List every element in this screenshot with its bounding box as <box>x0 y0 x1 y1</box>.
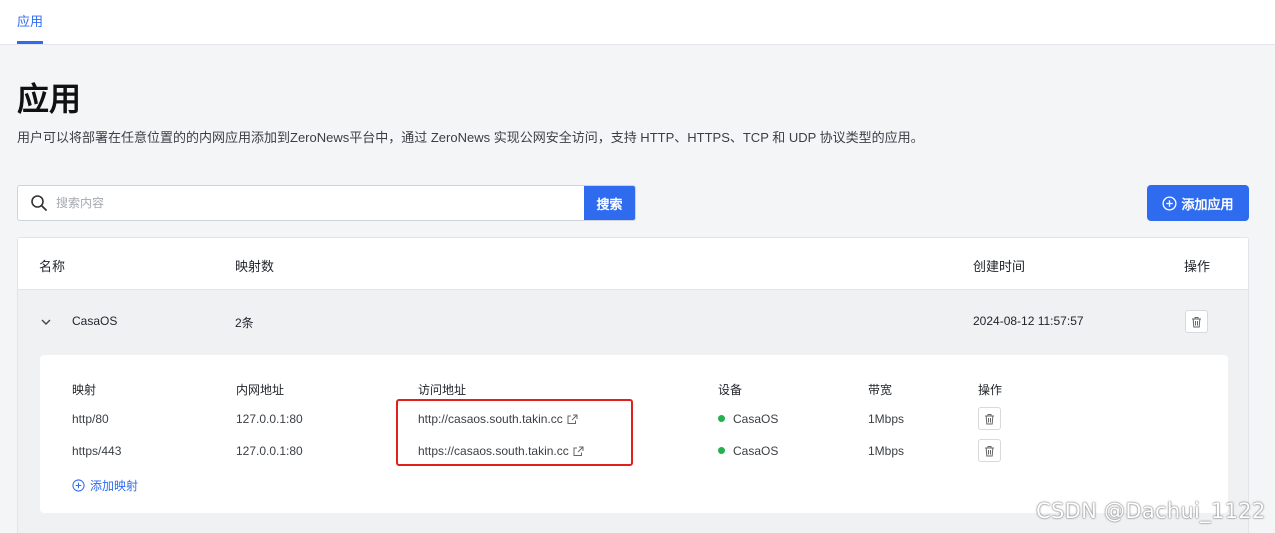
plus-circle-icon <box>1162 195 1178 211</box>
trash-icon <box>985 413 994 424</box>
device-name: CasaOS <box>733 412 779 426</box>
active-tab-indicator <box>17 41 43 44</box>
detail-header-actions: 操作 <box>978 383 1003 397</box>
add-mapping-button[interactable]: 添加映射 <box>72 477 138 494</box>
page-description: 用户可以将部署在任意位置的的内网应用添加到ZeroNews平台中，通过 Zero… <box>17 130 924 145</box>
delete-mapping-button[interactable] <box>978 407 1001 430</box>
detail-header-device: 设备 <box>718 383 743 397</box>
detail-header-mapping: 映射 <box>72 383 97 397</box>
header-mappings: 映射数 <box>235 259 275 274</box>
device-name: CasaOS <box>733 444 779 458</box>
apps-table: 名称 映射数 创建时间 操作 CasaOS 2条 2024-08-12 11:5… <box>17 237 1249 533</box>
trash-icon <box>1192 316 1201 327</box>
internal-address: 127.0.0.1:80 <box>236 412 303 426</box>
delete-app-button[interactable] <box>1185 310 1208 333</box>
add-mapping-label: 添加映射 <box>90 479 139 493</box>
plus-circle-icon <box>72 479 85 492</box>
mapping-row: https/443 127.0.0.1:80 https://casaos.so… <box>40 439 1228 463</box>
search-button[interactable]: 搜索 <box>584 186 635 220</box>
detail-header-internal: 内网地址 <box>236 383 285 397</box>
chevron-down-icon[interactable] <box>40 316 52 328</box>
mapping-protocol: http/80 <box>72 412 109 426</box>
search-icon <box>31 195 47 211</box>
internal-address: 127.0.0.1:80 <box>236 444 303 458</box>
detail-header-bandwidth: 带宽 <box>868 383 893 397</box>
table-row: CasaOS 2条 2024-08-12 11:57:57 <box>18 290 1248 354</box>
mapping-detail-panel: 映射 内网地址 访问地址 设备 带宽 操作 http/80 127.0.0.1:… <box>40 355 1228 513</box>
mapping-count: 2条 <box>235 316 254 330</box>
created-at: 2024-08-12 11:57:57 <box>973 314 1084 328</box>
device-cell: CasaOS <box>718 412 778 426</box>
trash-icon <box>985 445 994 456</box>
online-status-dot <box>718 415 725 422</box>
add-app-button[interactable]: 添加应用 <box>1147 185 1249 221</box>
delete-mapping-button[interactable] <box>978 439 1001 462</box>
online-status-dot <box>718 447 725 454</box>
search-box: 搜索 <box>17 185 636 221</box>
search-input[interactable] <box>56 186 584 220</box>
device-cell: CasaOS <box>718 444 778 458</box>
bandwidth: 1Mbps <box>868 412 905 426</box>
bandwidth: 1Mbps <box>868 444 905 458</box>
header-created: 创建时间 <box>973 259 1026 274</box>
detail-header-access: 访问地址 <box>418 383 467 397</box>
header-name: 名称 <box>39 259 66 274</box>
mapping-protocol: https/443 <box>72 444 122 458</box>
tab-apps[interactable]: 应用 <box>17 11 43 30</box>
watermark: CSDN @Dachui_1122 <box>1036 499 1266 523</box>
table-header: 名称 映射数 创建时间 操作 <box>18 238 1248 290</box>
page-title: 应用 <box>17 81 82 117</box>
mapping-row: http/80 127.0.0.1:80 http://casaos.south… <box>40 407 1228 431</box>
app-name: CasaOS <box>72 314 118 328</box>
add-app-label: 添加应用 <box>1181 196 1234 212</box>
top-navigation: 应用 <box>0 0 1275 45</box>
annotation-highlight-box <box>396 399 633 466</box>
header-actions: 操作 <box>1184 259 1211 274</box>
